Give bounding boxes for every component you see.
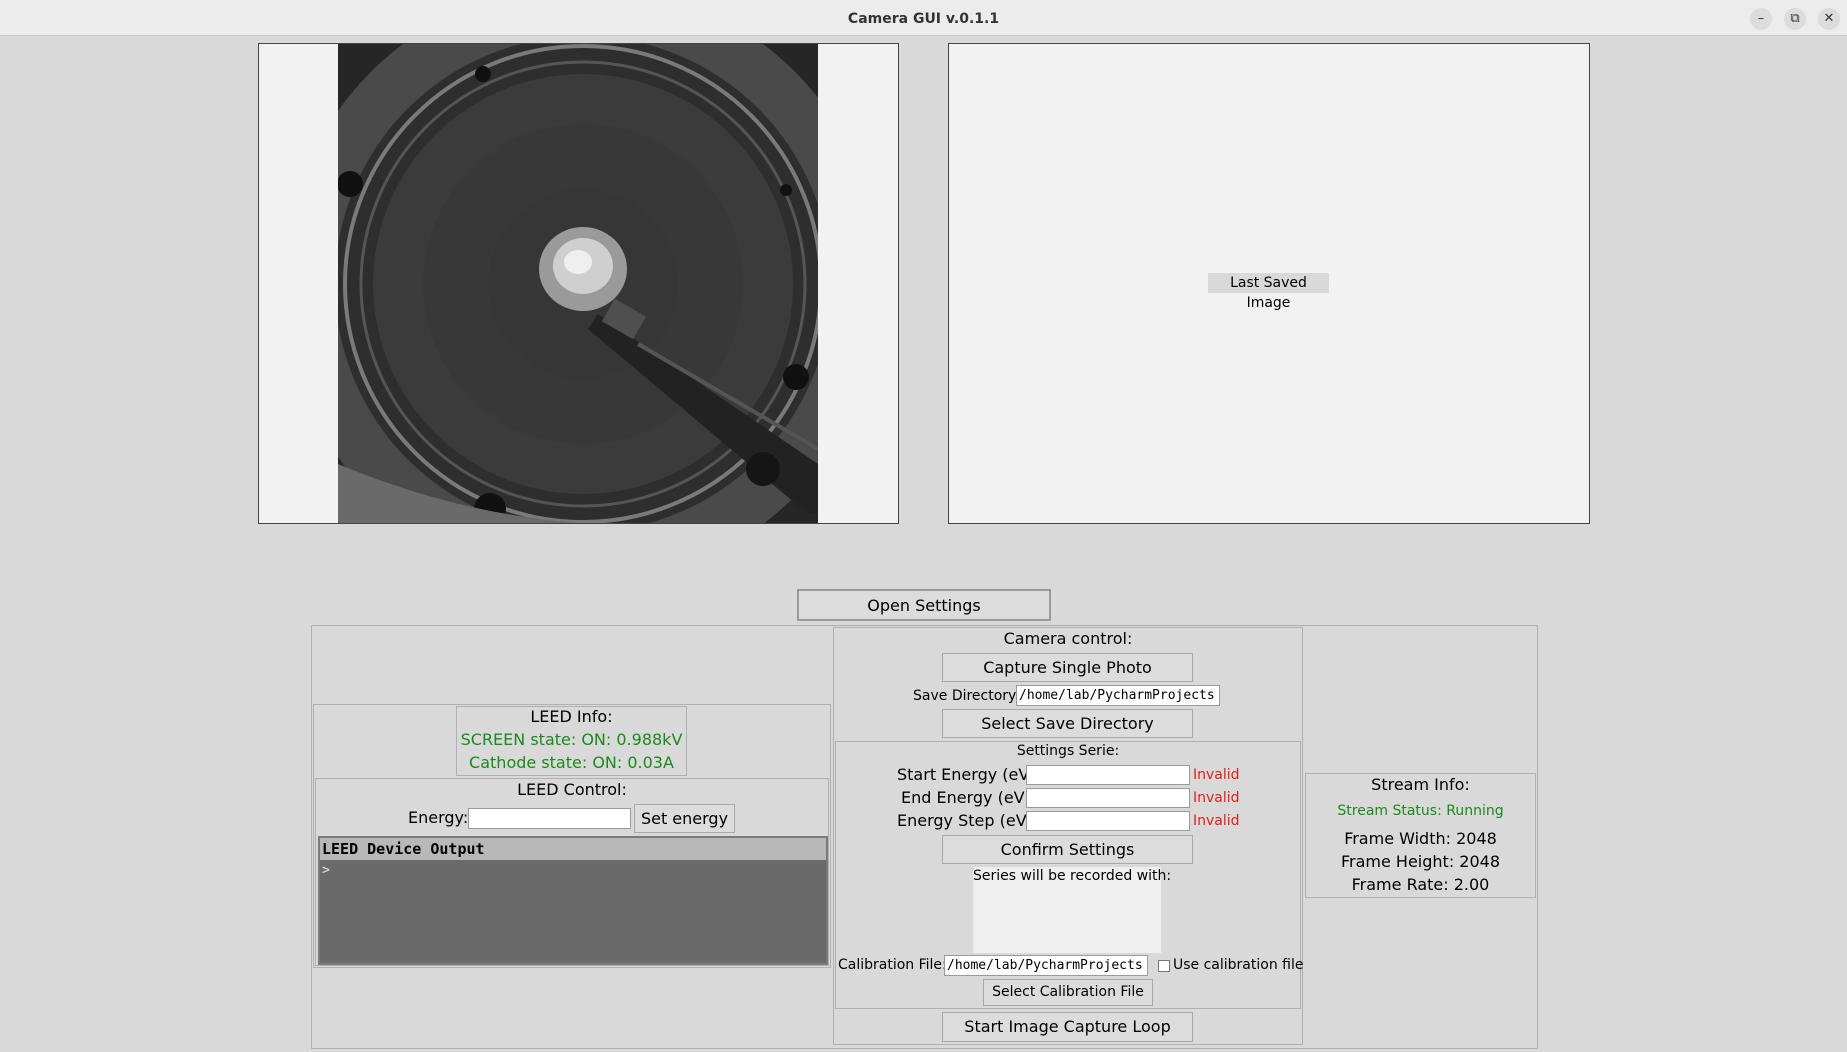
- start-energy-status: Invalid: [1193, 767, 1240, 783]
- leed-control-title: LEED Control:: [517, 780, 627, 799]
- end-energy-label: End Energy (eV):: [901, 788, 1037, 807]
- capture-single-photo-button[interactable]: Capture Single Photo: [942, 653, 1193, 682]
- leed-info-title: LEED Info:: [530, 707, 613, 726]
- frame-height-value: Frame Height: 2048: [1340, 852, 1501, 871]
- frame-width-value: Frame Width: 2048: [1344, 829, 1497, 848]
- window-title: Camera GUI v.0.1.1: [847, 11, 1000, 27]
- stream-status: Stream Status: Running: [1337, 803, 1504, 819]
- save-directory-field[interactable]: /home/lab/PycharmProjects: [1016, 685, 1220, 706]
- end-energy-status: Invalid: [1193, 790, 1240, 806]
- energy-label: Energy:: [408, 808, 469, 827]
- energy-input[interactable]: [468, 808, 631, 829]
- start-energy-input[interactable]: [1026, 765, 1190, 785]
- stream-info-title: Stream Info:: [1371, 775, 1470, 794]
- calibration-file-label: Calibration File:: [838, 957, 947, 973]
- use-calibration-label: Use calibration file: [1173, 957, 1304, 973]
- set-energy-button[interactable]: Set energy: [634, 804, 735, 833]
- start-capture-loop-button[interactable]: Start Image Capture Loop: [942, 1012, 1193, 1042]
- leed-output-title: LEED Device Output: [320, 838, 826, 860]
- screen-state-status: SCREEN state: ON: 0.988kV: [460, 730, 683, 749]
- camera-control-title: Camera control:: [1003, 629, 1133, 648]
- select-save-directory-button[interactable]: Select Save Directory: [942, 709, 1193, 738]
- energy-step-status: Invalid: [1193, 813, 1240, 829]
- close-icon[interactable]: ✕: [1818, 8, 1840, 30]
- cathode-state-status: Cathode state: ON: 0.03A: [469, 753, 674, 772]
- confirm-settings-button[interactable]: Confirm Settings: [942, 835, 1193, 864]
- restore-icon[interactable]: ⧉: [1784, 8, 1806, 30]
- frame-rate-value: Frame Rate: 2.00: [1351, 875, 1490, 894]
- use-calibration-checkbox[interactable]: [1158, 960, 1170, 972]
- camera-live-image: [338, 44, 818, 523]
- open-settings-button[interactable]: Open Settings: [797, 589, 1051, 621]
- start-energy-label: Start Energy (eV):: [897, 765, 1041, 784]
- save-directory-label: Save Directory:: [913, 688, 1021, 704]
- settings-serie-title: Settings Serie:: [1016, 743, 1120, 759]
- series-summary-label: Series will be recorded with:: [973, 868, 1172, 884]
- energy-step-label: Energy Step (eV):: [897, 811, 1039, 830]
- select-calibration-file-button[interactable]: Select Calibration File: [983, 979, 1153, 1006]
- leed-output-prompt: >: [322, 863, 330, 878]
- last-saved-image-label: Last Saved Image: [1208, 273, 1329, 311]
- end-energy-input[interactable]: [1026, 788, 1190, 808]
- minimize-icon[interactable]: –: [1750, 8, 1772, 30]
- energy-step-input[interactable]: [1026, 811, 1190, 831]
- calibration-file-field[interactable]: /home/lab/PycharmProjects: [944, 955, 1148, 976]
